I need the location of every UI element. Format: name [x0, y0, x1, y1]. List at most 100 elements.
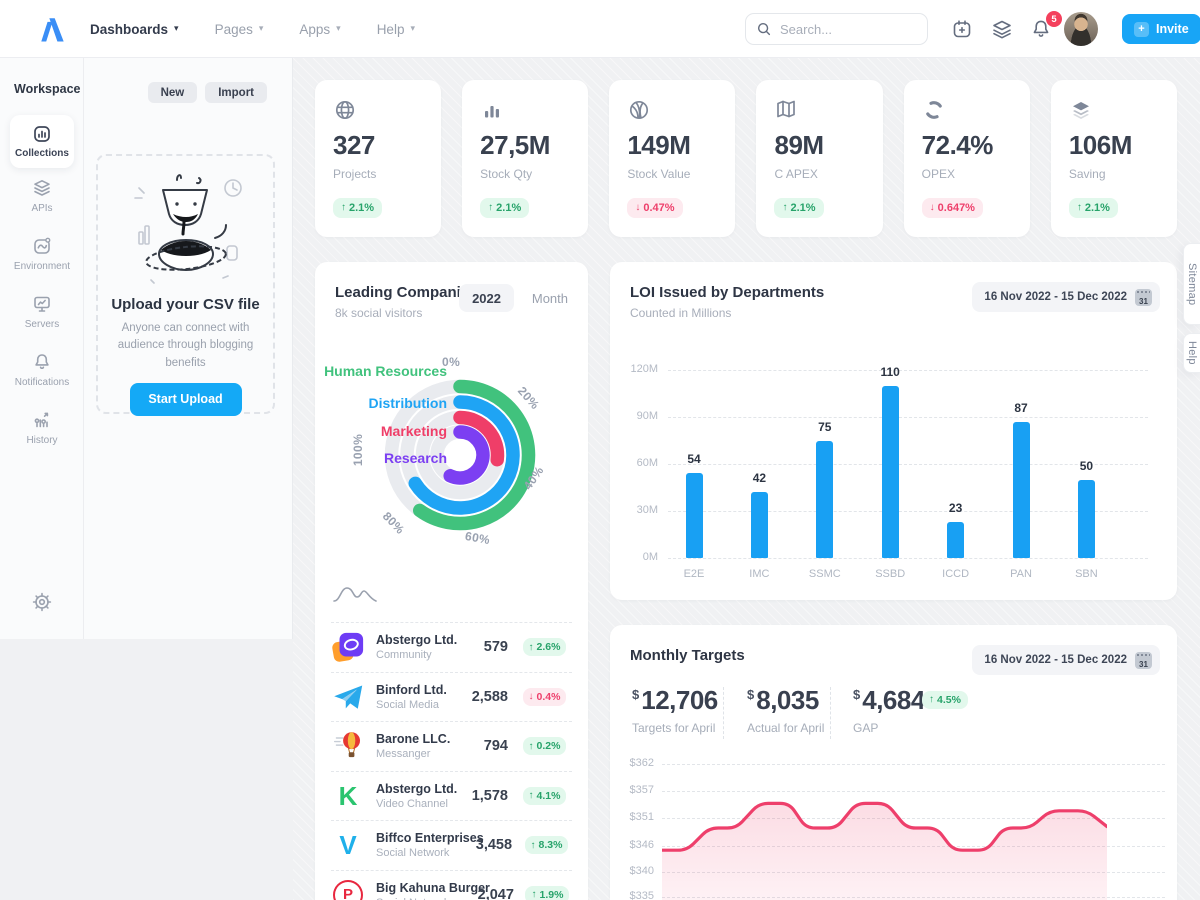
stat-value: 327 [333, 130, 375, 161]
bar[interactable] [1078, 480, 1095, 558]
company-row-abstergo-video[interactable]: K Abstergo Ltd.Video Channel 1,578 4.1% [331, 771, 572, 821]
stat-value: 149M [627, 130, 690, 161]
radial-series-label: Distribution [368, 395, 447, 411]
line-chart [662, 755, 1107, 900]
company-name: Barone LLC. [376, 732, 450, 746]
search-box[interactable] [745, 13, 928, 45]
stat-card-projects[interactable]: 327 Projects 2.1% [315, 80, 441, 237]
search-input[interactable] [780, 22, 910, 37]
stat-change-badge: 2.1% [480, 197, 529, 218]
sidebar-item-history[interactable]: History [0, 410, 84, 446]
gridline [668, 417, 1148, 418]
radial-tick-label: 100% [351, 434, 365, 466]
company-value: 1,578 [472, 788, 508, 804]
divider [830, 687, 831, 739]
sidebar-item-servers[interactable]: Servers [0, 294, 84, 330]
nav-item-dashboards[interactable]: Dashboards▾ [90, 22, 179, 37]
nav-label: Dashboards [90, 22, 168, 37]
sidebar-item-environment[interactable]: Environment [0, 236, 84, 272]
y-axis-tick: $362 [618, 757, 654, 769]
workspace-panel: New Import Upload your CSV file Anyon [84, 58, 293, 639]
sitemap-tab[interactable]: Sitemap [1183, 243, 1200, 325]
new-button[interactable]: New [148, 82, 198, 103]
nav-item-apps[interactable]: Apps▾ [299, 22, 340, 37]
currency-sign: $ [632, 687, 639, 702]
bar[interactable] [686, 473, 703, 558]
import-button[interactable]: Import [205, 82, 267, 103]
left-sidebar: Workspace Collections APIs Environment S… [0, 58, 84, 639]
date-range-label: 16 Nov 2022 - 15 Dec 2022 [984, 291, 1127, 303]
stat-card-saving[interactable]: 106M Saving 2.1% [1051, 80, 1177, 237]
sync-icon [922, 98, 946, 122]
bar[interactable] [1013, 422, 1030, 558]
targets-stat: $12,706 Targets for April [632, 685, 718, 735]
sidebar-item-notifications[interactable]: Notifications [0, 352, 84, 388]
layers-icon[interactable] [991, 18, 1013, 40]
company-row-big-kahuna[interactable]: P Big Kahuna BurgerSocial Network 2,047 … [331, 870, 572, 900]
leading-companies-card: Leading Companies 8k social visitors 202… [315, 262, 588, 900]
y-axis-tick: 0M [622, 551, 658, 563]
company-category: Social Network [376, 847, 476, 859]
bar[interactable] [947, 522, 964, 558]
bar[interactable] [816, 441, 833, 559]
y-axis-tick: $357 [618, 784, 654, 796]
chevron-down-icon: ▾ [410, 23, 415, 34]
stat-card-stock-qty[interactable]: 27,5M Stock Qty 2.1% [462, 80, 588, 237]
sidebar-item-apis[interactable]: APIs [0, 178, 84, 214]
stat-card-opex[interactable]: 72.4% OPEX 0.647% [904, 80, 1030, 237]
company-category: Social Media [376, 699, 447, 711]
y-axis-tick: 120M [622, 363, 658, 375]
company-value: 2,588 [472, 689, 508, 705]
currency-sign: $ [747, 687, 754, 702]
company-row-barone[interactable]: Barone LLC.Messanger 794 0.2% [331, 721, 572, 771]
year-filter-chip[interactable]: 2022 [459, 284, 514, 312]
stat-change-badge: 2.1% [774, 197, 823, 218]
notification-count-badge[interactable]: 5 [1046, 11, 1062, 27]
period-toggle[interactable]: Month [532, 291, 568, 306]
y-axis-tick: $340 [618, 865, 654, 877]
stat-card-capex[interactable]: 89M C APEX 2.1% [756, 80, 882, 237]
bar[interactable] [882, 386, 899, 558]
stat-card-stock-value[interactable]: 149M Stock Value 0.47% [609, 80, 735, 237]
csv-dropzone[interactable]: Upload your CSV file Anyone can connect … [96, 154, 275, 414]
invite-label: Invite [1156, 22, 1189, 36]
company-row-biffco[interactable]: V Biffco EnterprisesSocial Network 3,458… [331, 820, 572, 870]
company-category: Video Channel [376, 798, 457, 810]
invite-button[interactable]: + Invite [1122, 14, 1200, 44]
help-tab[interactable]: Help [1183, 333, 1200, 373]
crello-logo-icon [331, 630, 365, 664]
stat-label: GAP [853, 721, 925, 735]
y-axis-tick: 60M [622, 457, 658, 469]
calendar-add-icon[interactable] [951, 18, 973, 40]
y-axis-tick: $351 [618, 811, 654, 823]
company-value: 2,047 [478, 887, 514, 900]
company-change-badge: 0.4% [517, 688, 572, 706]
sidebar-item-collections[interactable]: Collections [10, 115, 74, 168]
card-title: Leading Companies [335, 284, 478, 301]
sidebar-item-label: Servers [25, 319, 59, 330]
start-upload-button[interactable]: Start Upload [130, 383, 242, 416]
app-logo[interactable] [30, 12, 66, 46]
radial-tick-label: 20% [515, 384, 542, 412]
bar-value-label: 87 [1001, 401, 1041, 415]
x-axis-tick: SSMC [797, 568, 853, 580]
x-axis-tick: PAN [993, 568, 1049, 580]
loi-departments-card: LOI Issued by Departments Counted in Mil… [610, 262, 1177, 600]
company-row-binford[interactable]: Binford Ltd.Social Media 2,588 0.4% [331, 672, 572, 722]
stat-label: Targets for April [632, 721, 718, 735]
stat-cards-row: 327 Projects 2.1% 27,5M Stock Qty 2.1% 1… [315, 80, 1177, 237]
chevron-down-icon: ▾ [336, 23, 341, 34]
user-avatar[interactable] [1064, 12, 1098, 46]
nav-item-help[interactable]: Help ▾ [377, 22, 415, 37]
settings-gear-icon[interactable] [32, 592, 52, 612]
y-axis-tick: $335 [618, 890, 654, 900]
company-row-abstergo-community[interactable]: Abstergo Ltd.Community 579 2.6% [331, 622, 572, 672]
bar[interactable] [751, 492, 768, 558]
nav-item-pages[interactable]: Pages▾ [215, 22, 264, 37]
date-range-picker[interactable]: 16 Nov 2022 - 15 Dec 2022 31 [972, 282, 1160, 312]
nav-label: Pages [215, 22, 253, 37]
workspace-actions: New Import [148, 82, 267, 103]
main-nav: Dashboards▾ Pages▾ Apps▾ Help▾ [90, 0, 415, 58]
date-range-picker[interactable]: 16 Nov 2022 - 15 Dec 2022 31 [972, 645, 1160, 675]
nav-label: Help [377, 22, 405, 37]
